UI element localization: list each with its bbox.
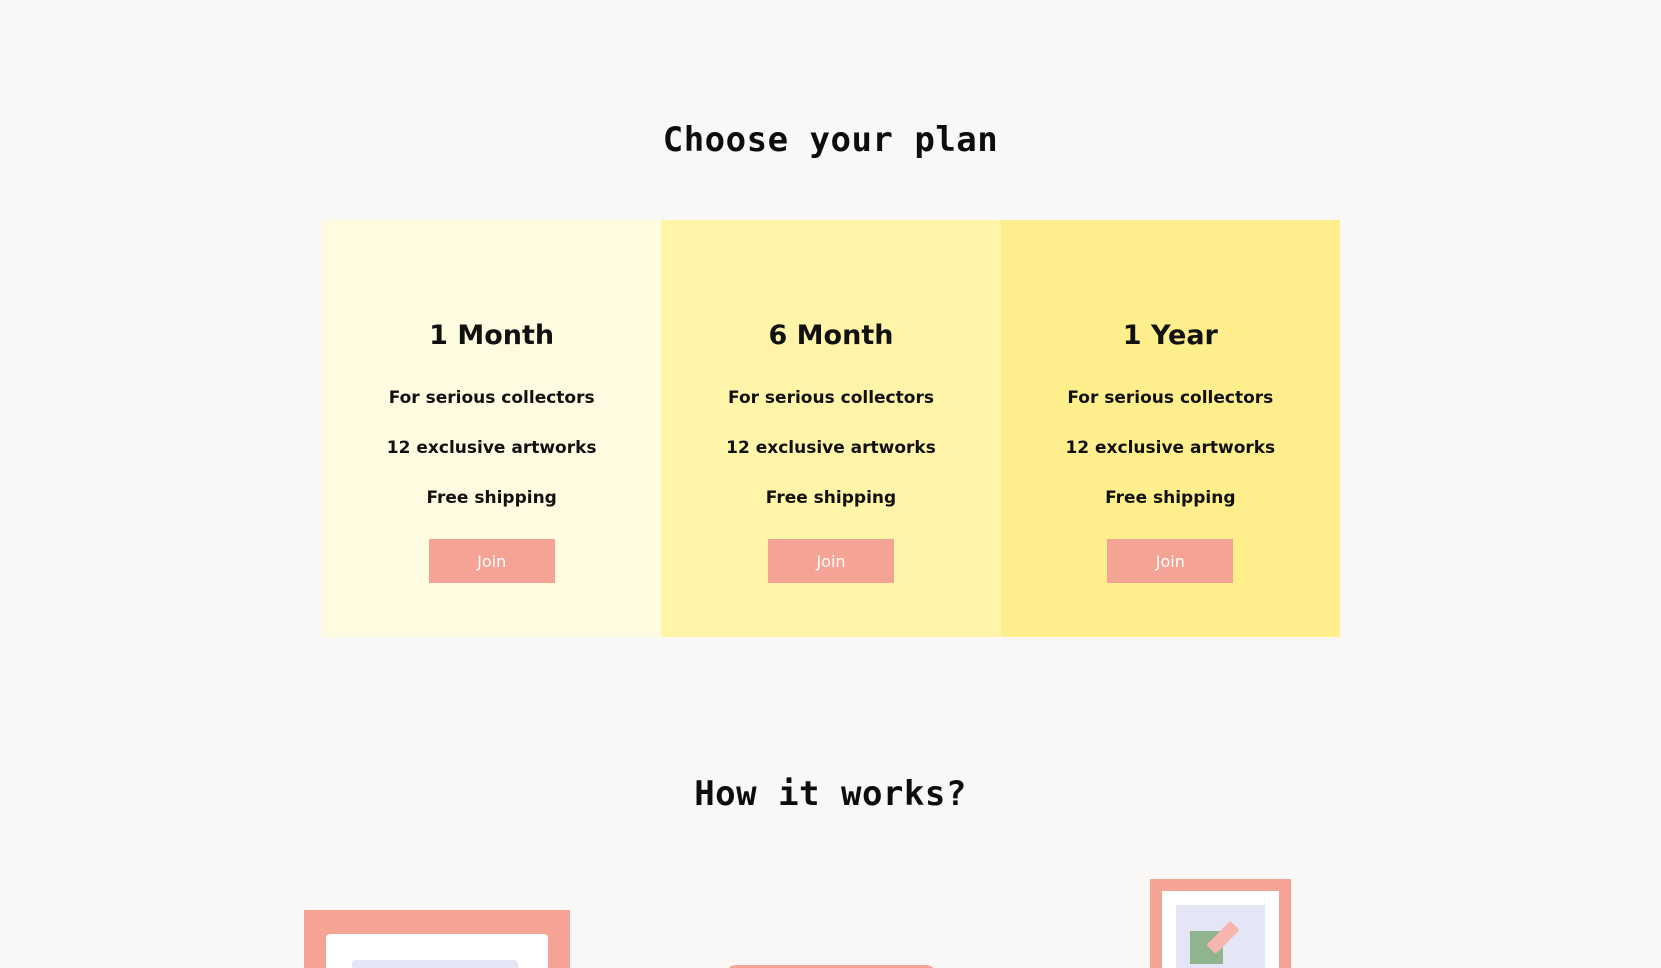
plan-card-1-year: 1 Year For serious collectors 12 exclusi… xyxy=(1000,220,1340,637)
plan-feature: For serious collectors xyxy=(388,388,595,408)
plan-name: 6 Month xyxy=(768,320,894,351)
plan-feature: 12 exclusive artworks xyxy=(386,438,597,458)
plan-feature: 12 exclusive artworks xyxy=(726,438,936,458)
plan-feature: 12 exclusive artworks xyxy=(1065,438,1276,458)
framed-artwork-icon xyxy=(304,910,570,968)
canvas-surface xyxy=(1176,905,1265,968)
paint-canvas-icon xyxy=(1150,879,1291,968)
join-button-1-year[interactable]: Join xyxy=(1107,539,1234,583)
plan-name: 1 Year xyxy=(1122,320,1218,351)
plan-feature: Free shipping xyxy=(1105,488,1236,508)
plans-row: 1 Month For serious collectors 12 exclus… xyxy=(322,220,1340,637)
canvas-frame xyxy=(1162,891,1279,968)
plan-card-1-month: 1 Month For serious collectors 12 exclus… xyxy=(322,220,662,637)
plan-name: 1 Month xyxy=(429,320,555,351)
join-button-6-month[interactable]: Join xyxy=(767,539,894,583)
frame-mat xyxy=(326,934,548,968)
plan-card-6-month: 6 Month For serious collectors 12 exclus… xyxy=(661,220,1001,637)
join-button-1-month[interactable]: Join xyxy=(428,539,555,583)
plan-feature: For serious collectors xyxy=(1067,388,1274,408)
plan-feature: For serious collectors xyxy=(728,388,934,408)
how-it-works-title: How it works? xyxy=(694,774,967,814)
plan-feature: Free shipping xyxy=(426,488,557,508)
page: Choose your plan 1 Month For serious col… xyxy=(0,0,1661,968)
pricing-title: Choose your plan xyxy=(662,120,999,160)
plan-feature: Free shipping xyxy=(765,488,897,508)
artwork-panel xyxy=(352,960,518,968)
